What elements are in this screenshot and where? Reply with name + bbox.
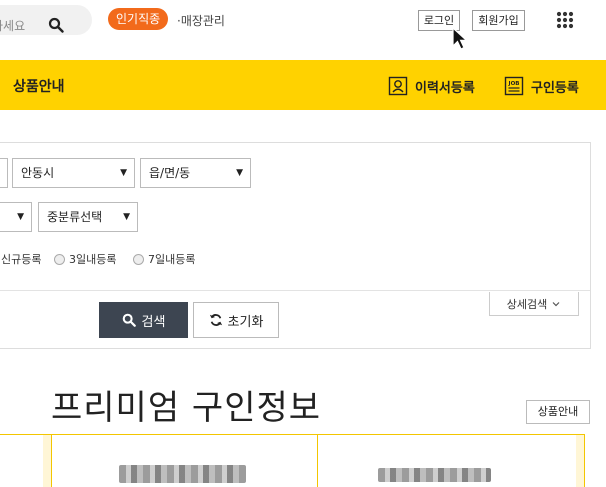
search-button[interactable]: 검색: [99, 302, 188, 338]
nav-product-info[interactable]: 상품안내: [13, 76, 65, 96]
detail-search-button[interactable]: 상세검색: [489, 292, 579, 316]
radio-3days-label: 3일내등록: [69, 253, 117, 266]
premium-listing-area: [0, 434, 585, 487]
mouse-cursor-icon: [452, 26, 469, 50]
product-info-button[interactable]: 상품안내: [526, 400, 590, 424]
region-city-value: 안동시: [21, 166, 55, 180]
search-filter-panel: ▼ 안동시 ▼ 읍/면/동 ▼ ▼ 중분류선택 ▼ 신규등록 3일내등록 7일내…: [0, 142, 591, 349]
premium-section-title: 프리미엄 구인정보: [51, 388, 322, 428]
radio-circle-icon: [133, 253, 144, 265]
nav-resume-label: 이력서등록: [415, 80, 475, 96]
radio-7days-label: 7일내등록: [148, 253, 196, 266]
job-document-icon: JOB: [504, 76, 524, 96]
premium-card-logo[interactable]: [119, 465, 246, 483]
chevron-down-icon: ▼: [123, 212, 130, 222]
chevron-down-icon: ▼: [17, 212, 24, 222]
filter-fields: ▼ 안동시 ▼ 읍/면/동 ▼ ▼ 중분류선택 ▼ 신규등록 3일내등록 7일내…: [0, 143, 590, 291]
card-divider: [576, 435, 584, 487]
region-city-select[interactable]: 안동시 ▼: [12, 158, 135, 188]
card-divider: [51, 434, 52, 487]
main-nav-bar: 상품안내 이력서등록 JOB 구인등록: [0, 60, 606, 110]
card-divider: [584, 434, 585, 487]
search-icon[interactable]: [48, 17, 64, 33]
radio-7days[interactable]: 7일내등록: [133, 251, 195, 267]
search-button-label: 검색: [141, 314, 166, 330]
category-main-select[interactable]: ▼: [0, 202, 32, 232]
store-management-link[interactable]: ·매장관리: [177, 12, 225, 29]
search-box[interactable]: 하세요: [0, 5, 92, 35]
card-divider: [43, 435, 51, 487]
reset-button[interactable]: 초기화: [193, 302, 279, 338]
signup-button[interactable]: 회원가입: [472, 10, 525, 31]
nav-recruit-register[interactable]: JOB 구인등록: [504, 75, 579, 97]
search-icon: [122, 313, 136, 327]
reset-button-label: 초기화: [227, 314, 264, 330]
svg-text:JOB: JOB: [508, 81, 520, 87]
radio-circle-icon: [54, 253, 65, 265]
nav-resume-register[interactable]: 이력서등록: [388, 75, 475, 97]
chevron-down-icon: ▼: [236, 168, 243, 178]
search-input[interactable]: 하세요: [0, 17, 25, 34]
nav-recruit-label: 구인등록: [531, 80, 579, 96]
chevron-down-icon: ▼: [120, 168, 127, 178]
resume-icon: [388, 76, 408, 96]
premium-card-logo[interactable]: [378, 468, 491, 482]
refresh-icon: [209, 314, 222, 326]
region-province-select[interactable]: ▼: [0, 158, 8, 188]
radio-new[interactable]: 신규등록: [1, 251, 41, 267]
detail-search-label: 상세검색: [506, 297, 548, 311]
all-menu-grid-icon[interactable]: [556, 11, 574, 29]
radio-3days[interactable]: 3일내등록: [54, 251, 116, 267]
category-mid-select[interactable]: 중분류선택 ▼: [38, 202, 138, 232]
category-mid-value: 중분류선택: [47, 210, 103, 224]
card-divider: [317, 434, 318, 487]
region-dong-select[interactable]: 읍/면/동 ▼: [140, 158, 251, 188]
radio-new-label: 신규등록: [1, 253, 42, 266]
chevron-down-icon: [552, 301, 560, 306]
hot-jobs-badge[interactable]: 인기직종: [108, 8, 169, 30]
region-dong-value: 읍/면/동: [149, 166, 191, 180]
